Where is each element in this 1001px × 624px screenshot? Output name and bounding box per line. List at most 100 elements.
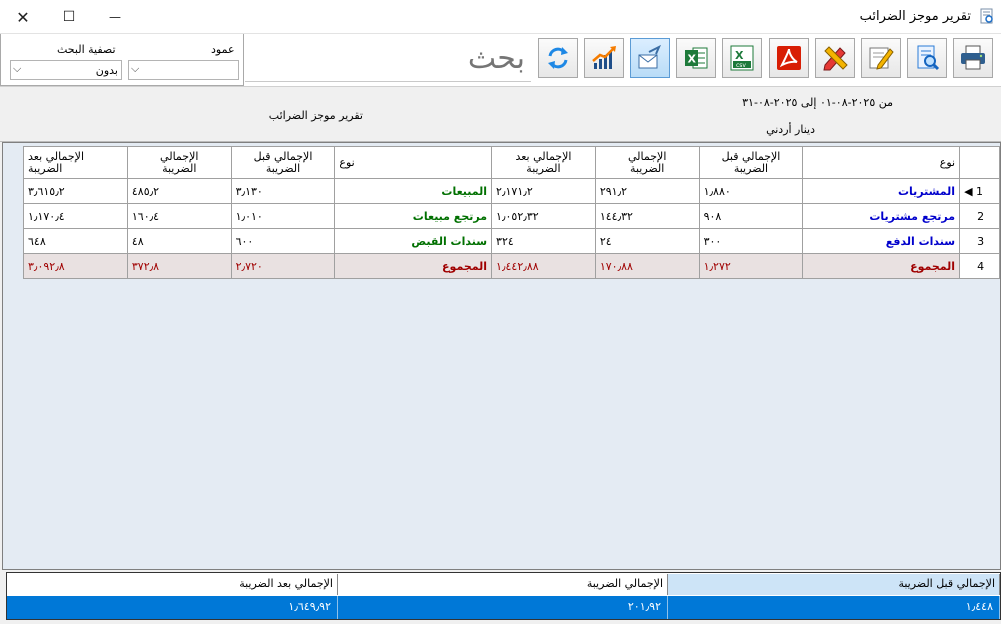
print-button[interactable] <box>953 38 993 78</box>
before-tax-cell[interactable]: ٣٫١٣٠ <box>230 178 336 204</box>
after-tax-cell[interactable]: ٣٫٠٩٢٫٨ <box>23 253 128 279</box>
date-range: من ٢٠٢٥-٠٨-٠١ إلى ٢٠٢٥-٠٨-٣١ <box>742 96 893 109</box>
summary-header-before-tax[interactable]: الإجمالي قبل الضريبة <box>668 574 1000 595</box>
table-header-row: نوع الإجمالي قبل الضريبة الإجمالي الضريبة … <box>23 146 1000 179</box>
after-tax-cell[interactable]: ٢٫١٧١٫٢ <box>491 178 596 204</box>
before-tax-cell[interactable]: ١٫٨٨٠ <box>698 178 804 204</box>
column-header-tax-2[interactable]: الإجمالي الضريبة <box>126 146 232 179</box>
row-number[interactable]: 3 <box>959 228 1000 254</box>
before-tax-cell[interactable]: ١٫٢٧٢ <box>698 253 804 279</box>
table-row[interactable]: 3 سندات الدفع ٣٠٠ ٢٤ ٣٢٤ سندات القبض ٦٠٠… <box>23 228 1000 254</box>
before-tax-cell[interactable]: ٢٫٧٢٠ <box>230 253 336 279</box>
before-tax-cell[interactable]: ٩٠٨ <box>698 203 804 229</box>
design-button[interactable] <box>815 38 855 78</box>
sales-type-cell[interactable]: مرتجع مبيعات <box>334 203 493 229</box>
chevron-down-icon: ⌵ <box>13 62 22 75</box>
edit-report-button[interactable] <box>861 38 901 78</box>
minimize-button[interactable]: — <box>92 0 138 34</box>
minimize-icon: — <box>109 10 121 24</box>
column-header-before-tax-2[interactable]: الإجمالي قبل الضريبة <box>230 146 336 179</box>
tax-cell[interactable]: ٤٨ <box>126 228 232 254</box>
csv-icon: X csv <box>730 45 754 71</box>
summary-grid: الإجمالي قبل الضريبة الإجمالي الضريبة ال… <box>6 572 1001 620</box>
maximize-button[interactable]: ☐ <box>46 0 92 34</box>
purchase-type-cell[interactable]: سندات الدفع <box>802 228 961 254</box>
table-row[interactable]: 2 مرتجع مشتريات ٩٠٨ ١٤٤٫٣٢ ١٫٠٥٢٫٣٢ مرتج… <box>23 203 1000 229</box>
window-title: تقرير موجز الضرائب <box>859 9 971 24</box>
preview-button[interactable] <box>907 38 947 78</box>
tax-cell[interactable]: ٤٨٥٫٢ <box>126 178 232 204</box>
column-header-after-tax-2[interactable]: الإجمالي بعد الضريبة <box>23 146 128 179</box>
tax-cell[interactable]: ٣٧٢٫٨ <box>126 253 232 279</box>
report-header: من ٢٠٢٥-٠٨-٠١ إلى ٢٠٢٥-٠٨-٣١ تقرير موجز … <box>0 86 1001 142</box>
tax-summary-table: نوع الإجمالي قبل الضريبة الإجمالي الضريبة … <box>23 146 1000 279</box>
search-filter-combo[interactable]: ⌵ بدون <box>10 60 122 80</box>
tax-cell[interactable]: ١٧٠٫٨٨ <box>594 253 700 279</box>
before-tax-cell[interactable]: ١٫٠١٠ <box>230 203 336 229</box>
column-header-before-tax[interactable]: الإجمالي قبل الضريبة <box>698 146 804 179</box>
total-label-cell[interactable]: المجموع <box>802 253 961 279</box>
email-button[interactable] <box>630 38 670 78</box>
column-label: عمود <box>211 43 235 56</box>
summary-header-after-tax[interactable]: الإجمالي بعد الضريبة <box>7 574 338 595</box>
chart-button[interactable] <box>584 38 624 78</box>
filter-panel: عمود تصفية البحث ⌵ ⌵ بدون <box>0 34 244 86</box>
close-button[interactable]: ✕ <box>0 0 46 34</box>
summary-value-before-tax[interactable]: ١٫٤٤٨ <box>668 596 1000 619</box>
column-header-type[interactable]: نوع <box>802 146 961 179</box>
table-row-total[interactable]: 4 المجموع ١٫٢٧٢ ١٧٠٫٨٨ ١٫٤٤٢٫٨٨ المجموع … <box>23 253 1000 279</box>
report-app-icon <box>980 8 993 24</box>
refresh-button[interactable] <box>538 38 578 78</box>
export-csv-button[interactable]: X csv <box>722 38 762 78</box>
table-row[interactable]: ◀ 1 المشتريات ١٫٨٨٠ ٢٩١٫٢ ٢٫١٧١٫٢ المبيع… <box>23 178 1000 204</box>
tax-cell[interactable]: ١٦٠٫٤ <box>126 203 232 229</box>
after-tax-cell[interactable]: ٣٫٦١٥٫٢ <box>23 178 128 204</box>
current-row-indicator-icon: ◀ <box>964 184 973 198</box>
row-header-corner <box>959 146 1000 179</box>
column-combo[interactable]: ⌵ <box>128 60 239 80</box>
search-input[interactable] <box>245 36 531 82</box>
tax-cell[interactable]: ٢٤ <box>594 228 700 254</box>
summary-value-tax[interactable]: ٢٠١٫٩٢ <box>338 596 668 619</box>
sales-type-cell[interactable]: سندات القبض <box>334 228 493 254</box>
pdf-icon <box>777 46 801 70</box>
row-number[interactable]: 4 <box>959 253 1000 279</box>
sales-type-cell[interactable]: المبيعات <box>334 178 493 204</box>
export-excel-button[interactable]: X <box>676 38 716 78</box>
svg-text:X: X <box>688 53 697 66</box>
currency-label: دينار أردني <box>766 123 815 136</box>
svg-text:X: X <box>735 49 744 62</box>
summary-header-tax[interactable]: الإجمالي الضريبة <box>338 574 668 595</box>
tax-cell[interactable]: ٢٩١٫٢ <box>594 178 700 204</box>
column-header-after-tax[interactable]: الإجمالي بعد الضريبة <box>491 146 596 179</box>
row-number[interactable]: ◀ 1 <box>959 178 1000 204</box>
after-tax-cell[interactable]: ٦٤٨ <box>23 228 128 254</box>
row-number[interactable]: 2 <box>959 203 1000 229</box>
column-header-tax[interactable]: الإجمالي الضريبة <box>594 146 700 179</box>
after-tax-cell[interactable]: ١٫٤٤٢٫٨٨ <box>491 253 596 279</box>
design-icon <box>823 46 848 71</box>
export-pdf-button[interactable] <box>769 38 809 78</box>
search-filter-value: بدون <box>95 64 118 77</box>
report-grid: نوع الإجمالي قبل الضريبة الإجمالي الضريبة … <box>2 142 1001 570</box>
purchase-type-cell[interactable]: المشتريات <box>802 178 961 204</box>
search-filter-label: تصفية البحث <box>57 43 116 56</box>
total-label-cell[interactable]: المجموع <box>334 253 493 279</box>
chart-icon <box>592 46 616 69</box>
column-header-type-2[interactable]: نوع <box>334 146 493 179</box>
title-bar: ✕ ☐ — تقرير موجز الضرائب <box>0 0 1001 34</box>
report-title: تقرير موجز الضرائب <box>268 109 363 122</box>
email-icon <box>638 44 661 69</box>
before-tax-cell[interactable]: ٦٠٠ <box>230 228 336 254</box>
tax-cell[interactable]: ١٤٤٫٣٢ <box>594 203 700 229</box>
excel-icon: X <box>685 47 708 69</box>
purchase-type-cell[interactable]: مرتجع مشتريات <box>802 203 961 229</box>
print-icon <box>961 45 985 70</box>
before-tax-cell[interactable]: ٣٠٠ <box>698 228 804 254</box>
svg-text:csv: csv <box>736 62 746 69</box>
summary-value-after-tax[interactable]: ١٫٦٤٩٫٩٢ <box>7 596 338 619</box>
preview-icon <box>917 45 940 71</box>
after-tax-cell[interactable]: ١٫١٧٠٫٤ <box>23 203 128 229</box>
after-tax-cell[interactable]: ٣٢٤ <box>491 228 596 254</box>
after-tax-cell[interactable]: ١٫٠٥٢٫٣٢ <box>491 203 596 229</box>
